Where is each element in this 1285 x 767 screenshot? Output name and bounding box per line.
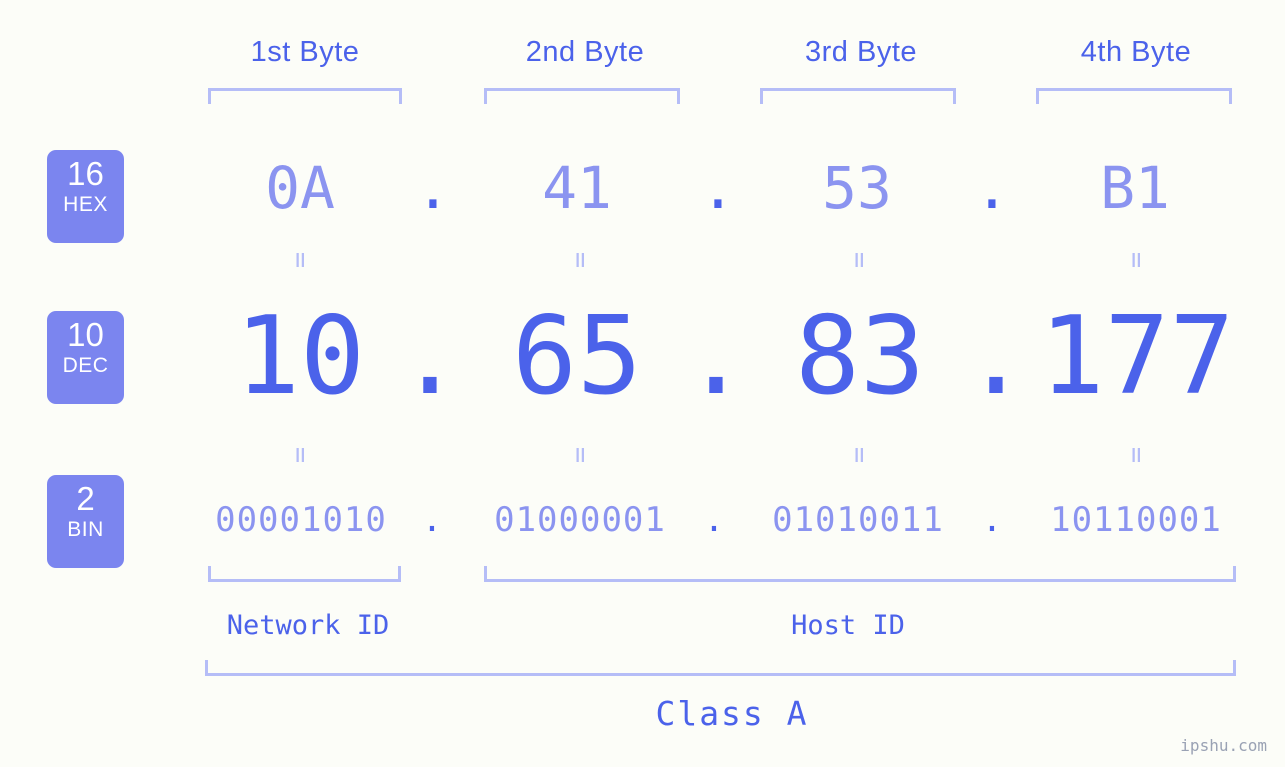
bin-separator-1: . xyxy=(421,500,443,540)
dec-byte-3: 83 xyxy=(794,294,926,419)
dec-byte-1: 10 xyxy=(234,294,366,419)
network-id-bracket xyxy=(208,566,401,582)
site-watermark: ipshu.com xyxy=(1180,736,1267,755)
byte-bracket-top-2 xyxy=(484,88,680,104)
equals-connector-hex-dec-1: = xyxy=(285,251,316,269)
bin-byte-1: 00001010 xyxy=(215,500,387,540)
byte-header-4: 4th Byte xyxy=(1080,36,1192,68)
base-badge-bin: 2 BIN xyxy=(47,475,124,568)
base-badge-dec-label: DEC xyxy=(62,354,109,377)
dec-separator-1: . xyxy=(397,294,463,419)
hex-separator-2: . xyxy=(700,154,736,222)
bin-byte-3: 01010011 xyxy=(772,500,944,540)
hex-byte-3: 53 xyxy=(822,154,892,222)
class-label: Class A xyxy=(655,694,809,733)
byte-bracket-top-3 xyxy=(760,88,956,104)
class-bracket xyxy=(205,660,1236,676)
equals-connector-dec-bin-4: = xyxy=(1121,446,1152,464)
equals-connector-dec-bin-1: = xyxy=(285,446,316,464)
byte-bracket-top-4 xyxy=(1036,88,1232,104)
bin-byte-4: 10110001 xyxy=(1050,500,1222,540)
base-badge-bin-label: BIN xyxy=(67,518,104,541)
byte-header-3: 3rd Byte xyxy=(805,36,917,68)
hex-separator-3: . xyxy=(974,154,1010,222)
host-id-bracket xyxy=(484,566,1236,582)
base-badge-hex: 16 HEX xyxy=(47,150,124,243)
equals-connector-dec-bin-2: = xyxy=(565,446,596,464)
hex-separator-1: . xyxy=(415,154,451,222)
equals-connector-hex-dec-2: = xyxy=(565,251,596,269)
bin-byte-2: 01000001 xyxy=(494,500,666,540)
network-id-label: Network ID xyxy=(226,610,390,641)
dec-separator-2: . xyxy=(683,294,749,419)
equals-connector-hex-dec-3: = xyxy=(844,251,875,269)
hex-byte-4: B1 xyxy=(1100,154,1170,222)
equals-connector-dec-bin-3: = xyxy=(844,446,875,464)
host-id-label: Host ID xyxy=(791,610,905,641)
dec-byte-4: 177 xyxy=(1039,294,1235,419)
base-badge-hex-number: 16 xyxy=(67,155,104,192)
byte-bracket-top-1 xyxy=(208,88,402,104)
base-badge-hex-label: HEX xyxy=(63,193,108,216)
hex-byte-2: 41 xyxy=(542,154,612,222)
base-badge-dec: 10 DEC xyxy=(47,311,124,404)
byte-header-2: 2nd Byte xyxy=(525,36,645,68)
hex-byte-1: 0A xyxy=(265,154,335,222)
equals-connector-hex-dec-4: = xyxy=(1121,251,1152,269)
base-badge-bin-number: 2 xyxy=(76,480,95,517)
bin-separator-2: . xyxy=(703,500,725,540)
ip-address-breakdown-diagram: 1st Byte 2nd Byte 3rd Byte 4th Byte 16 H… xyxy=(0,0,1285,767)
dec-byte-2: 65 xyxy=(511,294,643,419)
bin-separator-3: . xyxy=(981,500,1003,540)
base-badge-dec-number: 10 xyxy=(67,316,104,353)
byte-header-1: 1st Byte xyxy=(250,36,360,68)
